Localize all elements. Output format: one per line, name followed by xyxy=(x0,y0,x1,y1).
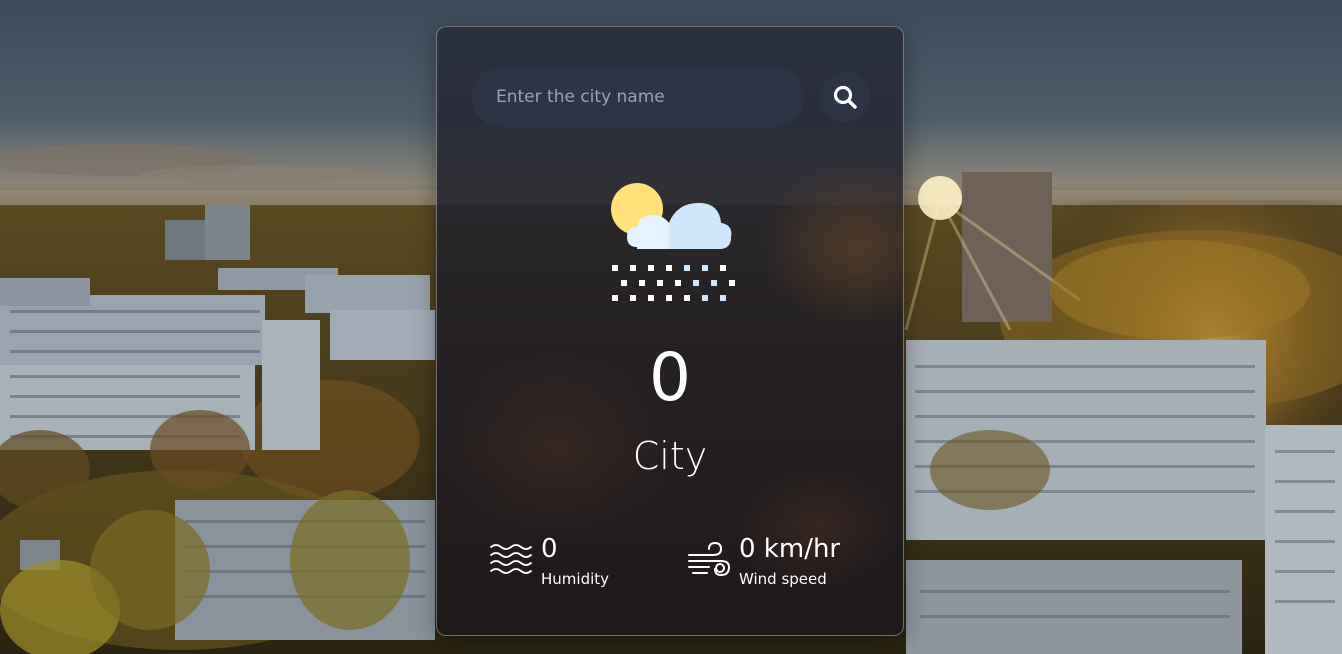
wind-icon xyxy=(688,541,731,577)
humidity-value: 0 xyxy=(541,534,558,564)
weather-card: 0 City 0 Humidity 0 km/hr xyxy=(436,26,904,636)
humidity-detail: 0 Humidity xyxy=(489,535,609,588)
snow-cloud-sun-icon xyxy=(611,183,735,301)
city-search-input[interactable] xyxy=(472,67,804,127)
wind-speed-label: Wind speed xyxy=(739,569,827,588)
search-button[interactable] xyxy=(820,72,870,122)
wind-detail: 0 km/hr Wind speed xyxy=(687,535,840,588)
search-icon xyxy=(833,85,857,109)
humidity-waves-icon xyxy=(490,544,532,574)
humidity-label: Humidity xyxy=(541,569,610,588)
wind-speed-value: 0 km/hr xyxy=(739,534,841,564)
city-name: City xyxy=(632,434,708,478)
temperature-value: 0 xyxy=(649,339,691,416)
